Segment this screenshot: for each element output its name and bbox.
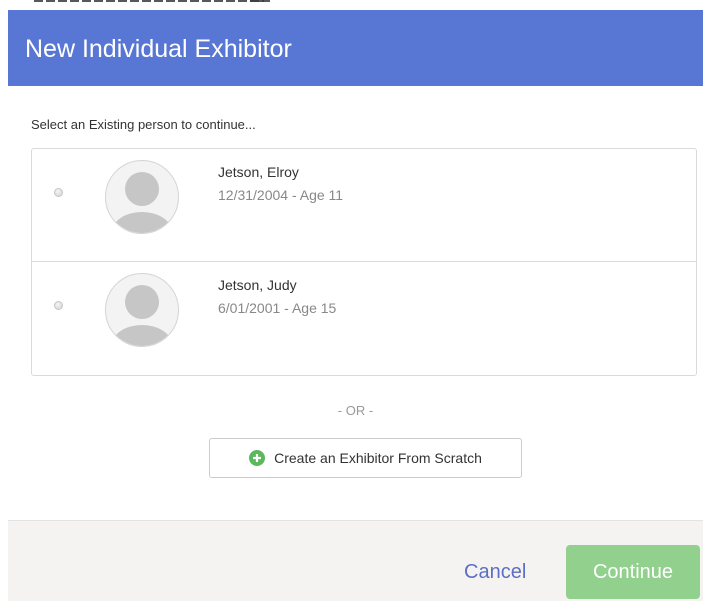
person-row-judy[interactable]: Jetson, Judy 6/01/2001 - Age 15 [32, 262, 696, 375]
background-text-fragment [34, 0, 264, 2]
person-radio-judy[interactable] [54, 301, 63, 310]
select-person-prompt: Select an Existing person to continue... [31, 117, 256, 132]
page: New Individual Exhibitor Select an Exist… [0, 0, 703, 601]
person-name: Jetson, Elroy [218, 164, 299, 180]
create-exhibitor-from-scratch-button[interactable]: Create an Exhibitor From Scratch [209, 438, 522, 478]
continue-button[interactable]: Continue [566, 545, 700, 599]
avatar [105, 273, 179, 347]
plus-circle-icon [249, 450, 266, 466]
person-name: Jetson, Judy [218, 277, 297, 293]
modal-body: Select an Existing person to continue...… [8, 86, 703, 520]
person-dob-age: 6/01/2001 - Age 15 [218, 300, 337, 316]
person-dob-age: 12/31/2004 - Age 11 [218, 187, 344, 203]
person-silhouette-icon [112, 285, 172, 346]
modal-header: New Individual Exhibitor [8, 10, 703, 86]
background-text-fragment [250, 0, 270, 2]
background-page-sliver [0, 0, 703, 10]
or-divider: - OR - [337, 403, 374, 418]
cancel-button[interactable]: Cancel [464, 561, 526, 584]
person-silhouette-icon [112, 172, 172, 233]
person-row-elroy[interactable]: Jetson, Elroy 12/31/2004 - Age 11 [32, 149, 696, 262]
modal-title: New Individual Exhibitor [25, 35, 292, 63]
person-radio-elroy[interactable] [54, 188, 63, 197]
create-button-label: Create an Exhibitor From Scratch [274, 450, 482, 466]
existing-person-list: Jetson, Elroy 12/31/2004 - Age 11 Jetson… [31, 148, 697, 376]
modal-footer: Cancel Continue [8, 520, 703, 601]
avatar [105, 160, 179, 234]
